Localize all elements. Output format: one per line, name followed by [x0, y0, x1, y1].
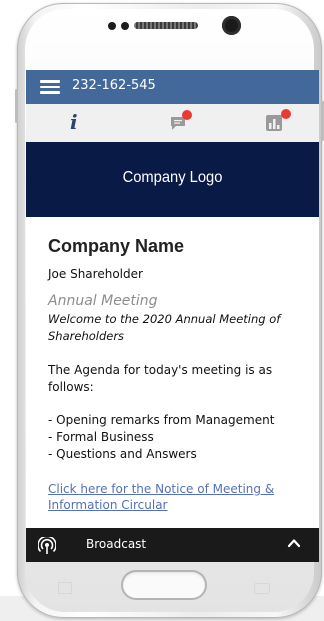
agenda-item: - Opening remarks from Management [48, 413, 275, 427]
welcome-message: Welcome to the 2020 Annual Meeting of Sh… [48, 312, 281, 343]
info-icon: i [70, 110, 78, 134]
recent-apps-key[interactable] [58, 582, 72, 594]
tab-bar: i [26, 104, 319, 143]
tab-voting[interactable] [252, 104, 312, 142]
agenda-item: - Formal Business [48, 430, 154, 444]
chat-notification-badge [182, 110, 192, 120]
speaker-grille [134, 22, 198, 29]
top-bar: 232-162-545 [26, 70, 319, 104]
agenda-list: - Opening remarks from Management - Form… [48, 412, 306, 463]
broadcast-label: Broadcast [86, 537, 147, 551]
chart-icon [266, 115, 282, 131]
meeting-title: Annual Meeting [48, 293, 158, 309]
company-name: Company Name [48, 236, 185, 256]
company-logo: Company Logo [122, 169, 223, 186]
home-button[interactable] [121, 570, 207, 600]
meeting-content: Company Name Joe Shareholder Annual Meet… [48, 236, 306, 513]
agenda-intro: The Agenda for today's meeting is as fol… [48, 363, 273, 394]
voting-notification-badge [281, 109, 291, 119]
company-logo-banner: Company Logo [26, 142, 319, 217]
notice-of-meeting-link[interactable]: Click here for the Notice of Meeting & I… [48, 481, 306, 513]
chevron-up-icon[interactable] [287, 536, 301, 550]
broadcast-bar[interactable]: Broadcast [26, 528, 319, 562]
agenda-item: - Questions and Answers [48, 447, 197, 461]
phone-screen: 232-162-545 i Company Logo Company Name … [26, 70, 319, 562]
back-key[interactable] [254, 583, 270, 594]
shareholder-name: Joe Shareholder [48, 267, 143, 281]
volume-button [15, 89, 18, 123]
meeting-id: 232-162-545 [72, 78, 156, 93]
broadcast-icon [38, 537, 56, 554]
tab-chat[interactable] [154, 104, 214, 142]
camera-icon [222, 16, 241, 35]
hamburger-menu-icon[interactable] [40, 80, 60, 94]
tab-info[interactable]: i [52, 104, 112, 142]
sensor-dot-icon [121, 22, 129, 30]
sensor-dot-icon [108, 22, 116, 30]
